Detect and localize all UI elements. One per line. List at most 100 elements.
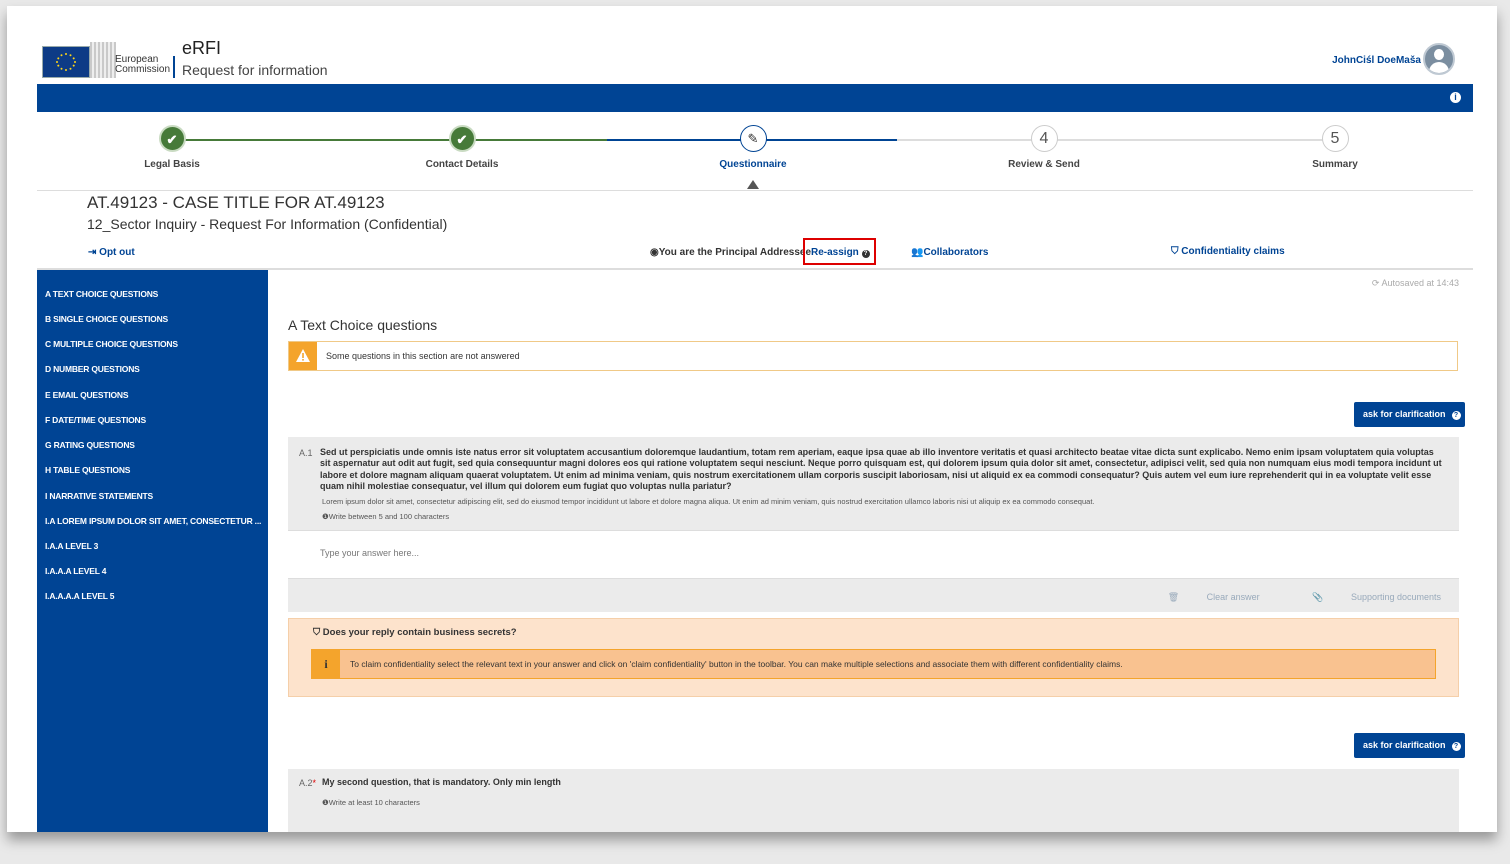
sidebar-item-narrative[interactable]: I NARRATIVE STATEMENTS [45,491,153,501]
question-circle-icon: ? [861,250,870,258]
app-subtitle: Request for information [182,62,328,78]
step-legal-basis[interactable]: ✔ Legal Basis [92,125,252,170]
sidebar-item-level4[interactable]: I.A.A.A LEVEL 4 [45,566,106,576]
question-circle-icon: ? [1451,742,1461,751]
business-secrets-question: ⛉ Does your reply contain business secre… [313,627,517,638]
step-number: 5 [1321,125,1349,152]
supporting-documents-label: Supporting documents [1350,592,1441,602]
trash-icon: 🗑 [1167,592,1180,602]
question-number: A.2* [299,778,316,788]
step-contact-details[interactable]: ✔ Contact Details [382,125,542,170]
business-secrets-label: Does your reply contain business secrets… [322,627,517,638]
sidebar-item-lorem[interactable]: I.A LOREM IPSUM DOLOR SIT AMET, CONSECTE… [45,516,261,526]
autosave-label: Autosaved at 14:43 [1381,278,1459,288]
warning-text: Some questions in this section are not a… [326,351,520,361]
info-circle-icon: ❶ [322,512,329,521]
check-icon: ✔ [158,125,186,152]
info-icon: i [312,650,340,678]
supporting-documents-button[interactable]: 📎 Supporting documents [1287,592,1441,602]
info-icon[interactable]: i [1450,92,1461,103]
clear-answer-label: Clear answer [1206,592,1260,602]
section-title: A Text Choice questions [288,317,438,333]
step-label: Review & Send [1008,159,1080,170]
sidebar-item-rating[interactable]: G RATING QUESTIONS [45,440,135,450]
confidentiality-claims-link[interactable]: ⛉ Confidentiality claims [1171,246,1285,257]
wizard-steps: ✔ Legal Basis ✔ Contact Details ✎ Questi… [37,112,1473,191]
step-label: Contact Details [425,159,499,170]
step-summary[interactable]: 5 Summary [1255,125,1415,170]
check-icon: ✔ [448,125,476,152]
shield-icon: ⛉ [1171,246,1179,257]
step-number: 4 [1030,125,1058,152]
user-circle-icon: ◉ [650,247,659,258]
logo-divider [173,56,175,78]
principal-label: You are the Principal Addressee [658,247,812,258]
section-sidebar: A TEXT CHOICE QUESTIONS B SINGLE CHOICE … [37,270,268,832]
info-circle-icon: ❶ [322,798,329,807]
step-label: Questionnaire [719,159,787,170]
shield-icon: ⛉ [313,627,321,638]
question-number-text: A.2 [299,778,313,788]
step-questionnaire[interactable]: ✎ Questionnaire [673,125,833,170]
hint-text: Write at least 10 characters [328,798,420,807]
paperclip-icon: 📎 [1312,592,1324,602]
questionnaire-main: ⟳ Autosaved at 14:43 A Text Choice quest… [268,270,1473,832]
eu-flag-logo [42,46,90,78]
unanswered-warning: Some questions in this section are not a… [288,341,1458,371]
confidentiality-info-text: To claim confidentiality select the rele… [350,659,1123,669]
autosave-status: ⟳ Autosaved at 14:43 [1372,278,1459,289]
question-hint: ❶Write at least 10 characters [322,798,420,807]
sidebar-item-text-choice[interactable]: A TEXT CHOICE QUESTIONS [45,289,158,299]
opt-out-label: Opt out [99,247,135,258]
clear-answer-button[interactable]: 🗑 Clear answer [1143,592,1260,602]
question-number: A.1 [299,448,313,458]
confidentiality-info: i To claim confidentiality select the re… [311,649,1436,679]
sidebar-item-table[interactable]: H TABLE QUESTIONS [45,465,130,475]
sidebar-item-datetime[interactable]: F DATE/TIME QUESTIONS [45,415,146,425]
user-avatar[interactable] [1423,43,1455,75]
top-navbar: i [37,84,1473,112]
answer-input[interactable] [318,547,1122,559]
sidebar-item-level3[interactable]: I.A.A LEVEL 3 [45,541,98,551]
step-review-send[interactable]: 4 Review & Send [964,125,1124,170]
required-mark: * [312,778,317,788]
active-step-caret [747,180,759,189]
users-icon: 👥 [911,247,924,258]
question-description: Lorem ipsum dolor sit amet, consectetur … [322,497,1095,506]
sign-out-icon: ⇥ [88,247,97,258]
user-name[interactable]: JohnCiśl DoeMaša [1332,55,1421,66]
confidentiality-claims-label: Confidentiality claims [1181,246,1285,257]
sidebar-item-multiple-choice[interactable]: C MULTIPLE CHOICE QUESTIONS [45,339,178,349]
answer-box [288,530,1459,579]
ask-label: ask for clarification [1363,409,1446,419]
step-label: Legal Basis [144,159,200,170]
reassign-label: Re-assign [811,247,859,258]
case-toolbar: ⇥ Opt out ◉You are the Principal Address… [37,238,1473,270]
collaborators-label: Collaborators [923,247,989,258]
question-a2: A.2* My second question, that is mandato… [288,769,1459,832]
question-actions: 🗑 Clear answer 📎 Supporting documents [1118,592,1441,603]
sidebar-item-email[interactable]: E EMAIL QUESTIONS [45,390,129,400]
hint-text: Write between 5 and 100 characters [328,512,450,521]
app-window: European Commission eRFI Request for inf… [7,6,1497,832]
warning-icon [289,342,317,370]
sidebar-item-number[interactable]: D NUMBER QUESTIONS [45,364,140,374]
question-a1: A.1 Sed ut perspiciatis unde omnis iste … [288,437,1459,612]
ask-clarification-button-2[interactable]: ask for clarification? [1354,733,1465,758]
principal-addressee: ◉You are the Principal Addressee [650,247,811,258]
sidebar-item-level5[interactable]: I.A.A.A.A LEVEL 5 [45,591,115,601]
case-title: AT.49123 - CASE TITLE FOR AT.49123 [87,193,385,212]
org-name: European Commission [115,54,171,75]
app-title: eRFI [182,38,222,58]
case-subtitle: 12_Sector Inquiry - Request For Informat… [87,216,448,232]
business-secrets-box: ⛉ Does your reply contain business secre… [288,618,1459,697]
reassign-link[interactable]: Re-assign ? [803,238,876,265]
opt-out-link[interactable]: ⇥ Opt out [88,247,135,258]
pencil-icon: ✎ [739,125,767,152]
sidebar-item-single-choice[interactable]: B SINGLE CHOICE QUESTIONS [45,314,168,324]
ask-clarification-button-1[interactable]: ask for clarification? [1354,402,1465,427]
collaborators-link[interactable]: 👥Collaborators [911,247,988,258]
step-label: Summary [1312,159,1358,170]
question-hint: ❶Write between 5 and 100 characters [322,512,449,521]
question-circle-icon: ? [1451,411,1461,420]
